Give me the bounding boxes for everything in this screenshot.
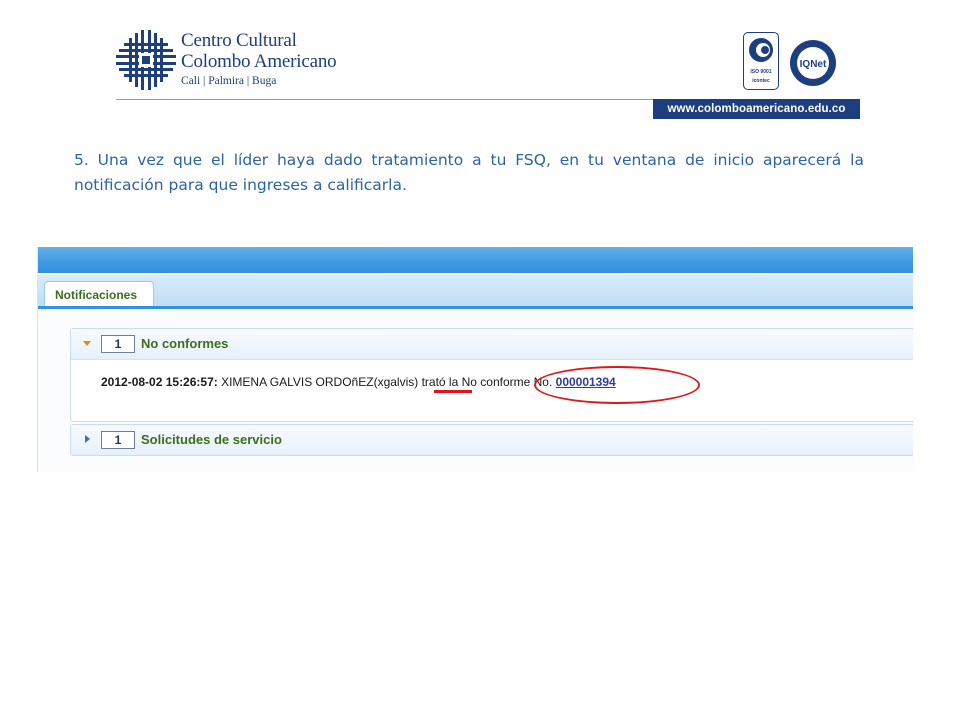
org-name-line1: Centro Cultural: [181, 30, 297, 51]
instruction-text: 5. Una vez que el líder haya dado tratam…: [74, 151, 864, 194]
iqnet-certification-icon: IQNet: [790, 40, 836, 86]
notifications-content: 1 No conformes 2012-08-02 15:26:57: XIME…: [38, 309, 913, 472]
chevron-right-icon[interactable]: [85, 435, 90, 443]
iqnet-label: IQNet: [800, 59, 827, 70]
chevron-down-icon[interactable]: [83, 341, 91, 346]
notification-timestamp: 2012-08-02 15:26:57:: [101, 375, 218, 389]
organization-name: Centro Cultural Colombo Americano Cali |…: [181, 30, 337, 89]
section-title: Solicitudes de servicio: [141, 432, 282, 447]
section-header-no-conformes[interactable]: 1 No conformes: [71, 329, 913, 360]
website-url: www.colomboamericano.edu.co: [653, 99, 860, 119]
section-count: 1: [101, 431, 135, 449]
section-header-solicitudes[interactable]: 1 Solicitudes de servicio: [71, 425, 913, 455]
annotation-ellipse: [534, 366, 700, 404]
app-top-bar: [38, 247, 913, 273]
icontec-c-icon: [749, 38, 773, 62]
iso-9001-certification-badge: ISO 9001 icontec: [743, 32, 779, 90]
cultural-center-logo: [116, 30, 176, 90]
notification-message: XIMENA GALVIS ORDOñEZ(xgalvis) trató la …: [217, 375, 556, 389]
org-cities: Cali | Palmira | Buga: [181, 75, 277, 87]
org-name-line2: Colombo Americano: [181, 51, 337, 72]
notifications-panel: Notificaciones 1 No conformes 2012-08-02…: [37, 247, 913, 472]
icontec-label: icontec: [752, 78, 770, 84]
annotation-underline: [434, 390, 472, 393]
section-no-conformes: 1 No conformes 2012-08-02 15:26:57: XIME…: [70, 328, 913, 422]
section-count: 1: [101, 335, 135, 353]
iso-label: ISO 9001: [750, 69, 772, 75]
tab-notificaciones[interactable]: Notificaciones: [44, 281, 154, 307]
tab-strip: Notificaciones: [38, 275, 913, 309]
section-title: No conformes: [141, 336, 229, 351]
section-solicitudes-de-servicio: 1 Solicitudes de servicio: [70, 424, 913, 456]
